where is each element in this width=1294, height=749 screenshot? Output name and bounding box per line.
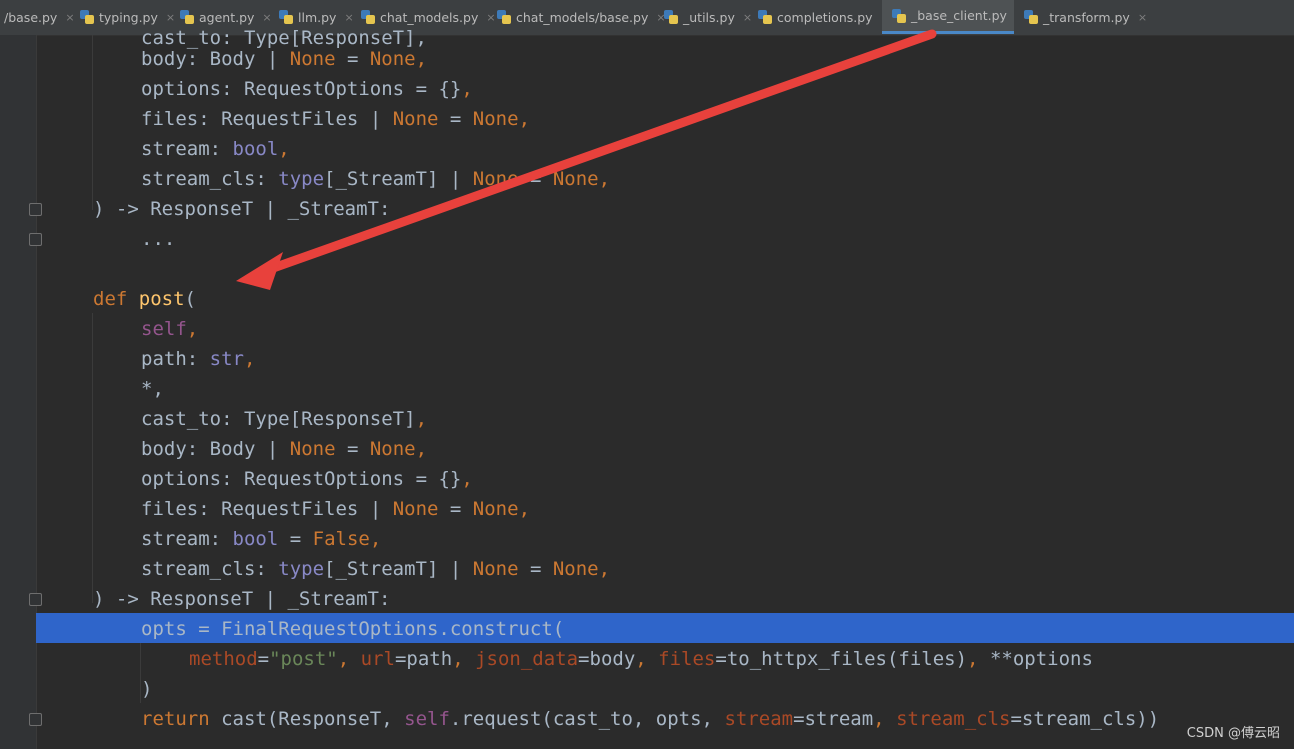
annotation-arrow [236,29,937,290]
arrow-shaft [257,29,937,277]
watermark: CSDN @傅云昭 [1186,726,1280,741]
arrow-head [236,252,283,290]
